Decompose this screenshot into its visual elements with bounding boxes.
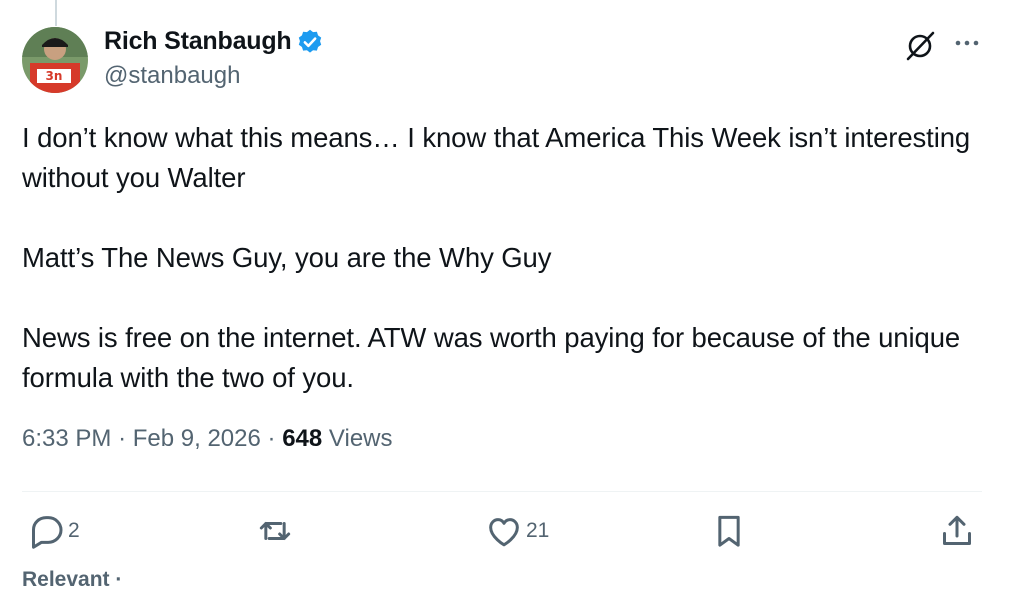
share-icon	[943, 515, 971, 545]
author-handle[interactable]: @stanbaugh	[104, 62, 240, 90]
grok-icon[interactable]	[903, 29, 937, 63]
like-icon	[489, 518, 519, 547]
bookmark-button[interactable]	[709, 511, 749, 551]
verified-badge-icon[interactable]	[296, 28, 324, 56]
thread-connector-line	[55, 0, 57, 26]
reply-count: 2	[68, 519, 80, 542]
author-display-name[interactable]: Rich Stanbaugh	[104, 27, 292, 56]
tweet-paragraph: Matt’s The News Guy, you are the Why Guy	[22, 242, 552, 273]
tweet-metadata: 6:33 PM · Feb 9, 2026 · 648 Views	[22, 425, 393, 453]
author-name-row: Rich Stanbaugh	[104, 27, 324, 56]
share-button[interactable]	[937, 511, 977, 551]
replies-sort-selector[interactable]: Relevant ·	[22, 568, 122, 592]
avatar-image: 3n	[22, 27, 88, 93]
views-count: 648	[282, 425, 323, 452]
tweet-text: I don’t know what this means… I know tha…	[22, 118, 982, 398]
tweet-date[interactable]: Feb 9, 2026	[133, 425, 261, 452]
meta-separator: ·	[267, 425, 276, 452]
more-icon[interactable]	[952, 33, 982, 53]
views-label: Views	[328, 425, 393, 452]
reply-icon	[32, 516, 63, 549]
retweet-button[interactable]	[255, 511, 297, 551]
like-button[interactable]: 21	[484, 511, 549, 551]
avatar[interactable]: 3n	[22, 27, 88, 93]
divider	[22, 491, 982, 492]
svg-text:3n: 3n	[46, 69, 63, 83]
meta-separator: ·	[118, 425, 127, 452]
tweet-time[interactable]: 6:33 PM	[22, 425, 111, 452]
tweet-paragraph: News is free on the internet. ATW was wo…	[22, 322, 961, 393]
bookmark-icon	[718, 515, 740, 547]
like-count: 21	[526, 519, 550, 542]
reply-button[interactable]: 2	[26, 511, 80, 551]
retweet-icon	[259, 522, 291, 540]
tweet-paragraph: I don’t know what this means… I know tha…	[22, 122, 971, 193]
